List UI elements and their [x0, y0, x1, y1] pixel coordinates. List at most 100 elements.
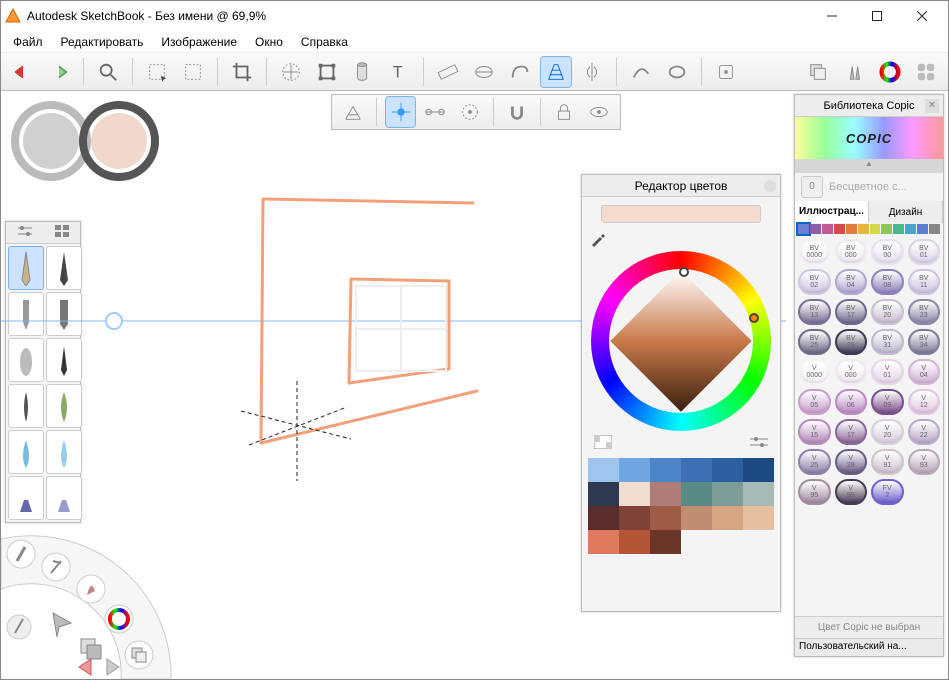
copic-marker[interactable]: V20 [871, 419, 904, 445]
copic-marker[interactable]: BV00 [871, 239, 904, 265]
menu-image[interactable]: Изображение [153, 33, 245, 51]
copic-marker[interactable]: V17 [835, 419, 868, 445]
hue-cell[interactable] [822, 224, 833, 234]
minimize-button[interactable] [809, 1, 854, 31]
lagoon-undo-icon[interactable] [79, 659, 91, 675]
brush-pencil[interactable] [8, 246, 44, 290]
brush-brush[interactable] [8, 384, 44, 428]
copic-library-button[interactable] [910, 56, 942, 88]
lagoon-cursor-icon[interactable] [53, 613, 71, 637]
hue-cell[interactable] [834, 224, 845, 234]
copic-marker[interactable]: BV000 [835, 239, 868, 265]
copic-marker[interactable]: BV17 [835, 299, 868, 325]
copic-marker[interactable]: V99 [835, 479, 868, 505]
lagoon-paint-icon[interactable] [77, 575, 105, 603]
brush-sliders-icon[interactable] [18, 225, 32, 240]
color-swatch[interactable] [619, 530, 650, 554]
copic-marker[interactable]: BV34 [908, 329, 941, 355]
color-swatch[interactable] [588, 506, 619, 530]
copic-marker[interactable]: V15 [798, 419, 831, 445]
hue-cell[interactable] [798, 224, 809, 234]
color-swatch[interactable] [650, 482, 681, 506]
redo-button[interactable] [43, 56, 75, 88]
steady-stroke-button[interactable] [710, 56, 742, 88]
color-swatch[interactable] [743, 482, 774, 506]
perspective-button[interactable] [540, 56, 572, 88]
copic-marker[interactable]: V93 [908, 449, 941, 475]
copic-marker[interactable]: V28 [835, 449, 868, 475]
copic-marker[interactable]: V09 [871, 389, 904, 415]
copic-user-sets[interactable]: Пользовательский на... [795, 638, 943, 656]
copic-marker[interactable]: V22 [908, 419, 941, 445]
wheel-handle-hue[interactable] [749, 313, 759, 323]
layers-button[interactable] [802, 56, 834, 88]
brush-grid-icon[interactable] [55, 225, 69, 240]
color-puck-primary[interactable] [79, 101, 159, 181]
brush-pen[interactable] [46, 246, 82, 290]
wheel-handle-top[interactable] [679, 267, 689, 277]
copic-marker[interactable]: V0000 [798, 359, 831, 385]
text-button[interactable]: T [383, 56, 415, 88]
hue-cell[interactable] [893, 224, 904, 234]
copic-marker[interactable]: BV02 [798, 269, 831, 295]
color-editor-title[interactable]: Редактор цветов [582, 175, 780, 197]
lagoon-view-icon[interactable] [81, 639, 101, 659]
hue-cell[interactable] [870, 224, 881, 234]
brush-marker[interactable] [8, 292, 44, 336]
color-swatch[interactable] [743, 458, 774, 482]
lagoon-layers-icon[interactable] [125, 641, 153, 669]
ruler-button[interactable] [432, 56, 464, 88]
color-swatch[interactable] [619, 482, 650, 506]
maximize-button[interactable] [854, 1, 899, 31]
hue-cell[interactable] [905, 224, 916, 234]
copic-marker[interactable]: V04 [908, 359, 941, 385]
color-swatch[interactable] [650, 458, 681, 482]
curve-stroke-button[interactable] [625, 56, 657, 88]
color-swatch[interactable] [650, 530, 681, 554]
menu-edit[interactable]: Редактировать [53, 33, 152, 51]
ellipse-shape-button[interactable] [661, 56, 693, 88]
two-point-button[interactable] [420, 96, 450, 128]
symmetry-button[interactable] [576, 56, 608, 88]
copic-marker[interactable]: BV25 [798, 329, 831, 355]
lagoon-brush-icon[interactable] [7, 540, 35, 568]
color-swatch[interactable] [743, 506, 774, 530]
ruler-line-button[interactable] [275, 56, 307, 88]
brush-paint[interactable] [46, 384, 82, 428]
lagoon-color-icon[interactable] [105, 605, 133, 633]
copic-marker[interactable]: V95 [798, 479, 831, 505]
visibility-button[interactable] [584, 96, 614, 128]
sliders-icon[interactable] [750, 435, 768, 452]
color-puck[interactable] [11, 101, 159, 181]
copic-tab-design[interactable]: Дизайн [869, 201, 943, 223]
perspective-mode-button[interactable] [338, 96, 368, 128]
three-point-button[interactable] [454, 96, 484, 128]
copic-marker[interactable]: BV13 [798, 299, 831, 325]
color-swatch[interactable] [619, 458, 650, 482]
color-wheel-button[interactable] [874, 56, 906, 88]
copic-marker[interactable]: BV20 [871, 299, 904, 325]
brush-airbrush[interactable] [8, 338, 44, 382]
close-icon[interactable]: ✕ [925, 99, 939, 113]
zoom-button[interactable] [92, 56, 124, 88]
copic-marker[interactable]: BV04 [835, 269, 868, 295]
color-swatch[interactable] [650, 506, 681, 530]
copic-hue-strip[interactable] [795, 223, 943, 235]
copic-marker[interactable]: V06 [835, 389, 868, 415]
brush-ink[interactable] [46, 338, 82, 382]
crop-button[interactable] [226, 56, 258, 88]
copic-marker[interactable]: V000 [835, 359, 868, 385]
transform-button[interactable] [311, 56, 343, 88]
copic-marker[interactable]: FV2 [871, 479, 904, 505]
current-color-swatch[interactable] [601, 205, 761, 223]
expand-handle[interactable]: ▲ [795, 159, 943, 173]
color-diamond[interactable] [610, 270, 751, 411]
color-swatch[interactable] [619, 506, 650, 530]
color-wheel[interactable] [591, 251, 771, 431]
fill-button[interactable] [347, 56, 379, 88]
copic-marker[interactable]: BV11 [908, 269, 941, 295]
undo-button[interactable] [7, 56, 39, 88]
transparent-toggle-icon[interactable] [594, 435, 612, 452]
select-add-button[interactable] [177, 56, 209, 88]
copic-title[interactable]: Библиотека Copic✕ [795, 95, 943, 117]
